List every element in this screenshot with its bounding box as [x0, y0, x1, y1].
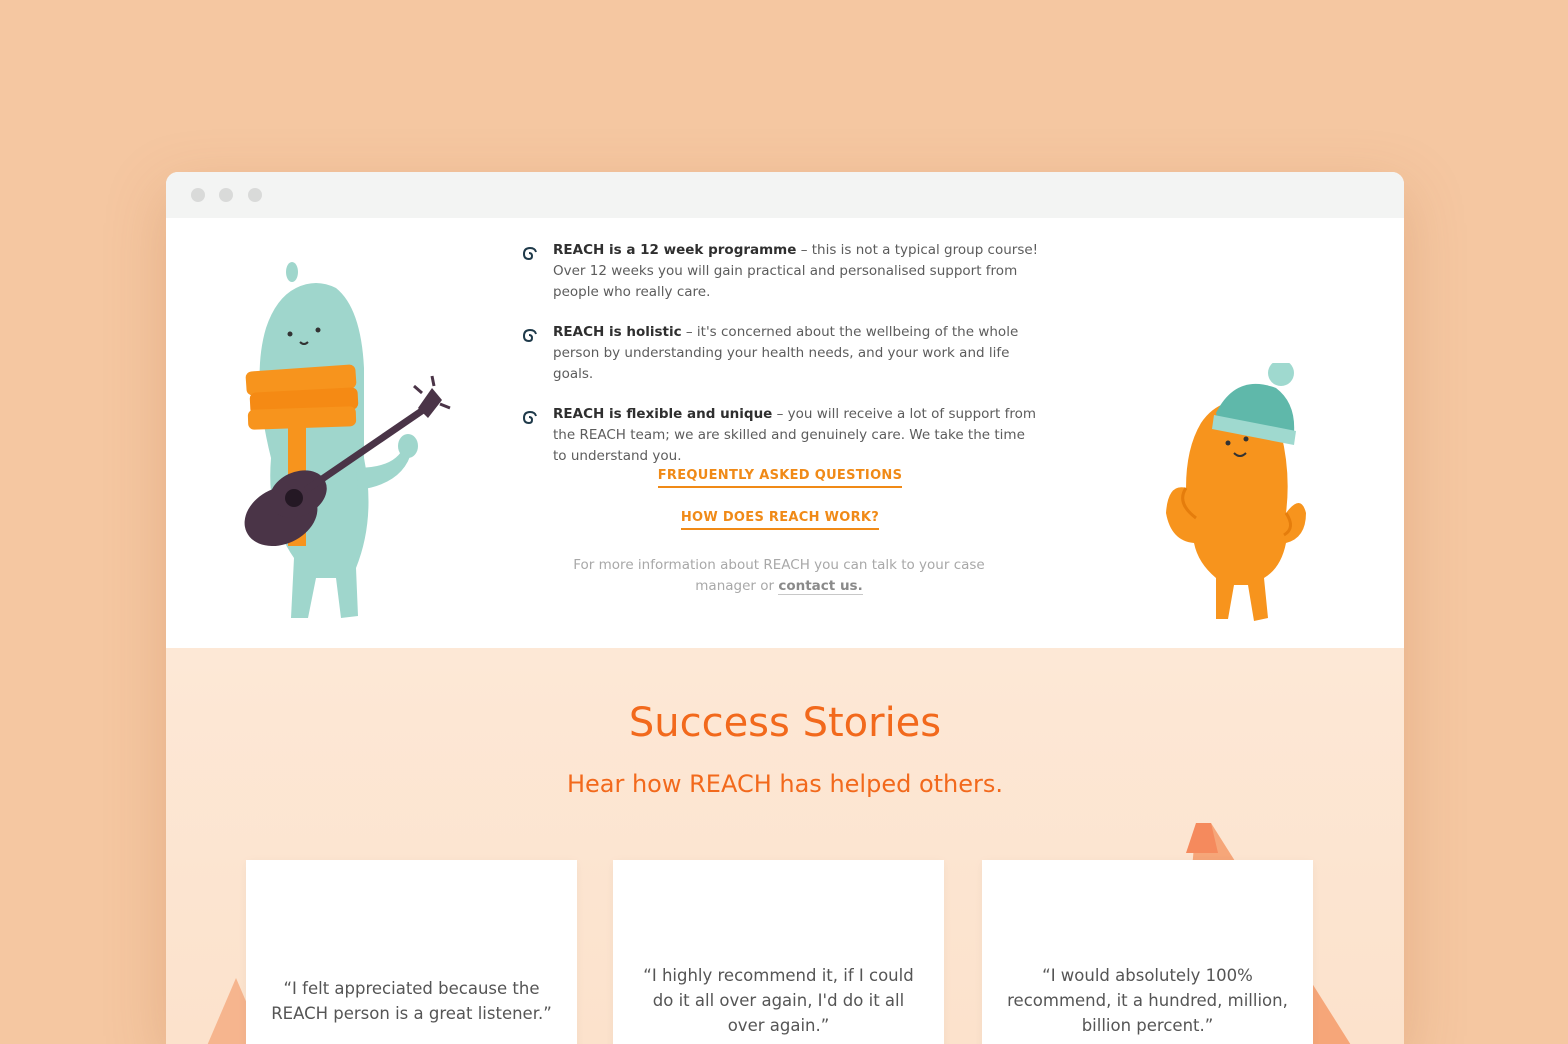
- swirl-icon: [522, 410, 537, 425]
- orange-character-beanie-illustration: [1166, 363, 1306, 621]
- window-maximize-dot[interactable]: [248, 188, 262, 202]
- more-info-text: For more information about REACH you can…: [556, 555, 1002, 597]
- faq-link[interactable]: FREQUENTLY ASKED QUESTIONS: [657, 468, 903, 488]
- testimonial-card: “I would absolutely 100% recommend, it a…: [982, 860, 1313, 1044]
- browser-titlebar: [166, 172, 1404, 218]
- testimonial-card: “I felt appreciated because the REACH pe…: [246, 860, 577, 1044]
- testimonial-quote: “I highly recommend it, if I could do it…: [643, 966, 914, 1035]
- window-close-dot[interactable]: [191, 188, 205, 202]
- swirl-icon: [522, 328, 537, 343]
- success-stories-title: Success Stories: [628, 700, 942, 746]
- testimonial-quote: “I would absolutely 100% recommend, it a…: [1007, 966, 1288, 1035]
- success-stories-section: Success Stories Hear how REACH has helpe…: [166, 648, 1404, 1044]
- success-stories-subtitle: Hear how REACH has helped others.: [566, 770, 1004, 798]
- info-links: FREQUENTLY ASKED QUESTIONS HOW DOES REAC…: [520, 468, 1040, 530]
- feature-title: REACH is holistic: [553, 324, 682, 340]
- feature-title: REACH is flexible and unique: [553, 406, 773, 422]
- feature-list: REACH is a 12 week programme – this is n…: [520, 240, 1040, 486]
- feature-title: REACH is a 12 week programme: [553, 242, 797, 258]
- browser-window: REACH is a 12 week programme – this is n…: [166, 172, 1404, 1044]
- contact-us-link[interactable]: contact us.: [778, 578, 863, 595]
- feature-item: REACH is holistic – it's concerned about…: [520, 322, 1040, 385]
- how-reach-works-link[interactable]: HOW DOES REACH WORK?: [680, 510, 880, 530]
- swirl-icon: [522, 246, 537, 261]
- about-section: REACH is a 12 week programme – this is n…: [166, 218, 1404, 648]
- feature-item: REACH is a 12 week programme – this is n…: [520, 240, 1040, 303]
- testimonial-card: “I highly recommend it, if I could do it…: [613, 860, 944, 1044]
- teal-character-guitar-illustration: [244, 262, 451, 618]
- feature-item: REACH is flexible and unique – you will …: [520, 404, 1040, 467]
- window-minimize-dot[interactable]: [219, 188, 233, 202]
- testimonial-quote: “I felt appreciated because the REACH pe…: [271, 979, 552, 1023]
